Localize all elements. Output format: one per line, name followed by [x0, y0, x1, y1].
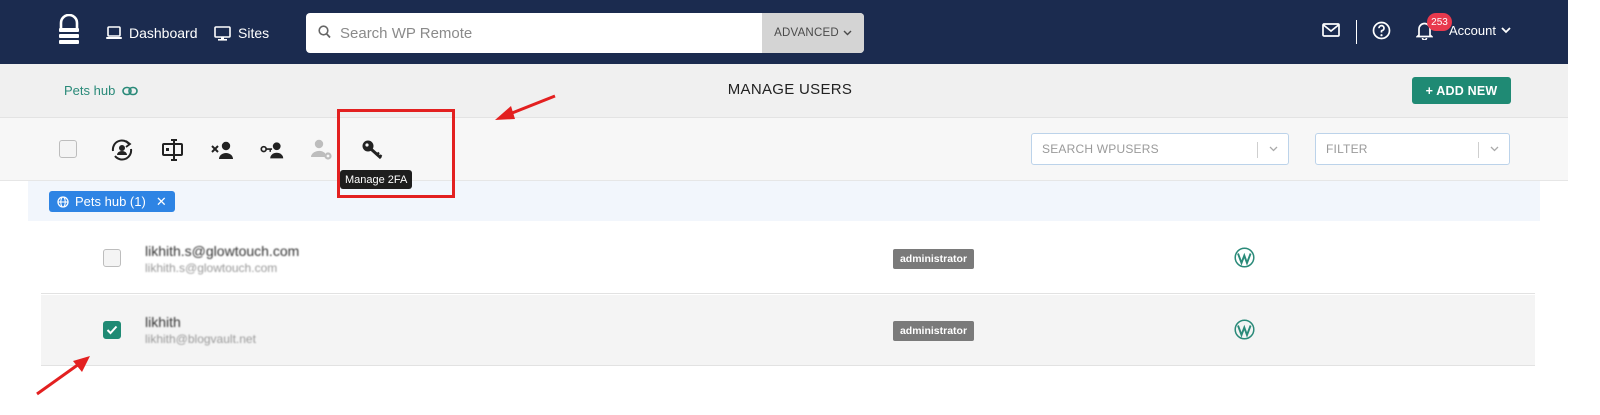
page-title: MANAGE USERS — [727, 81, 853, 98]
nav-divider — [1356, 20, 1357, 44]
change-role-icon[interactable] — [160, 138, 186, 162]
annotation-highlight-box — [337, 109, 455, 198]
site-filter-chip[interactable]: Pets hub (1) ✕ — [49, 191, 175, 212]
user-name: likhith.s@glowtouch.com — [145, 243, 300, 259]
page-edge — [1568, 0, 1600, 415]
laptop-icon — [106, 26, 122, 39]
annotation-arrow-icon — [36, 356, 90, 396]
user-email: likhith@blogvault.net — [145, 332, 256, 346]
select-all-checkbox[interactable] — [59, 140, 77, 158]
nav-sites[interactable]: Sites — [214, 22, 269, 44]
chevron-down-icon — [1269, 146, 1278, 152]
table-row: likhith likhith@blogvault.net administra… — [41, 295, 1535, 366]
help-icon[interactable] — [1372, 21, 1391, 45]
advanced-label: ADVANCED — [774, 27, 839, 39]
chevron-down-icon — [1490, 146, 1499, 152]
chevron-down-icon — [843, 30, 852, 36]
global-search-input[interactable] — [338, 13, 758, 53]
sync-users-icon[interactable] — [109, 138, 135, 162]
role-badge: administrator — [893, 249, 974, 269]
top-navbar: Dashboard Sites ADVANCED 253 Account — [0, 0, 1568, 64]
page-header: Pets hub MANAGE USERS + ADD NEW — [0, 64, 1568, 118]
wordpress-icon[interactable] — [1234, 247, 1255, 273]
wp-remote-logo-icon[interactable] — [56, 13, 82, 46]
select-divider — [1478, 142, 1479, 158]
checkmark-icon — [106, 325, 118, 335]
select-divider — [1257, 142, 1258, 158]
active-filters: Pets hub (1) ✕ — [28, 181, 1540, 221]
user-email: likhith.s@glowtouch.com — [145, 261, 278, 275]
nav-sites-label: Sites — [238, 25, 270, 41]
nav-dashboard[interactable]: Dashboard — [106, 22, 198, 44]
close-icon[interactable]: ✕ — [156, 194, 167, 210]
table-row: likhith.s@glowtouch.com likhith.s@glowto… — [41, 223, 1535, 294]
wordpress-icon[interactable] — [1234, 319, 1255, 345]
search-wpusers-placeholder: SEARCH WPUSERS — [1042, 142, 1159, 156]
filter-select[interactable]: FILTER — [1315, 133, 1510, 165]
role-badge: administrator — [893, 321, 974, 341]
advanced-search-button[interactable]: ADVANCED — [762, 13, 864, 53]
nav-dashboard-label: Dashboard — [129, 25, 198, 41]
annotation-arrow-icon — [495, 94, 556, 120]
search-icon — [318, 25, 331, 39]
delete-user-icon[interactable] — [210, 138, 236, 162]
chip-label: Pets hub (1) — [75, 194, 146, 209]
add-new-button[interactable]: + ADD NEW — [1412, 77, 1511, 104]
mail-icon[interactable] — [1322, 22, 1340, 43]
user-settings-icon — [309, 138, 335, 162]
global-search: ADVANCED — [306, 13, 864, 53]
user-name: likhith — [145, 314, 181, 330]
monitor-icon — [214, 25, 231, 41]
filter-placeholder: FILTER — [1326, 142, 1368, 156]
row-checkbox[interactable] — [103, 321, 121, 339]
chevron-down-icon — [1501, 27, 1511, 34]
bulk-actions-toolbar: SEARCH WPUSERS FILTER — [0, 118, 1568, 181]
account-menu[interactable]: Account — [1449, 23, 1511, 38]
account-label: Account — [1449, 23, 1496, 38]
row-checkbox[interactable] — [103, 249, 121, 267]
search-wpusers-select[interactable]: SEARCH WPUSERS — [1031, 133, 1289, 165]
globe-icon — [57, 195, 69, 208]
reset-password-icon[interactable] — [260, 138, 286, 162]
